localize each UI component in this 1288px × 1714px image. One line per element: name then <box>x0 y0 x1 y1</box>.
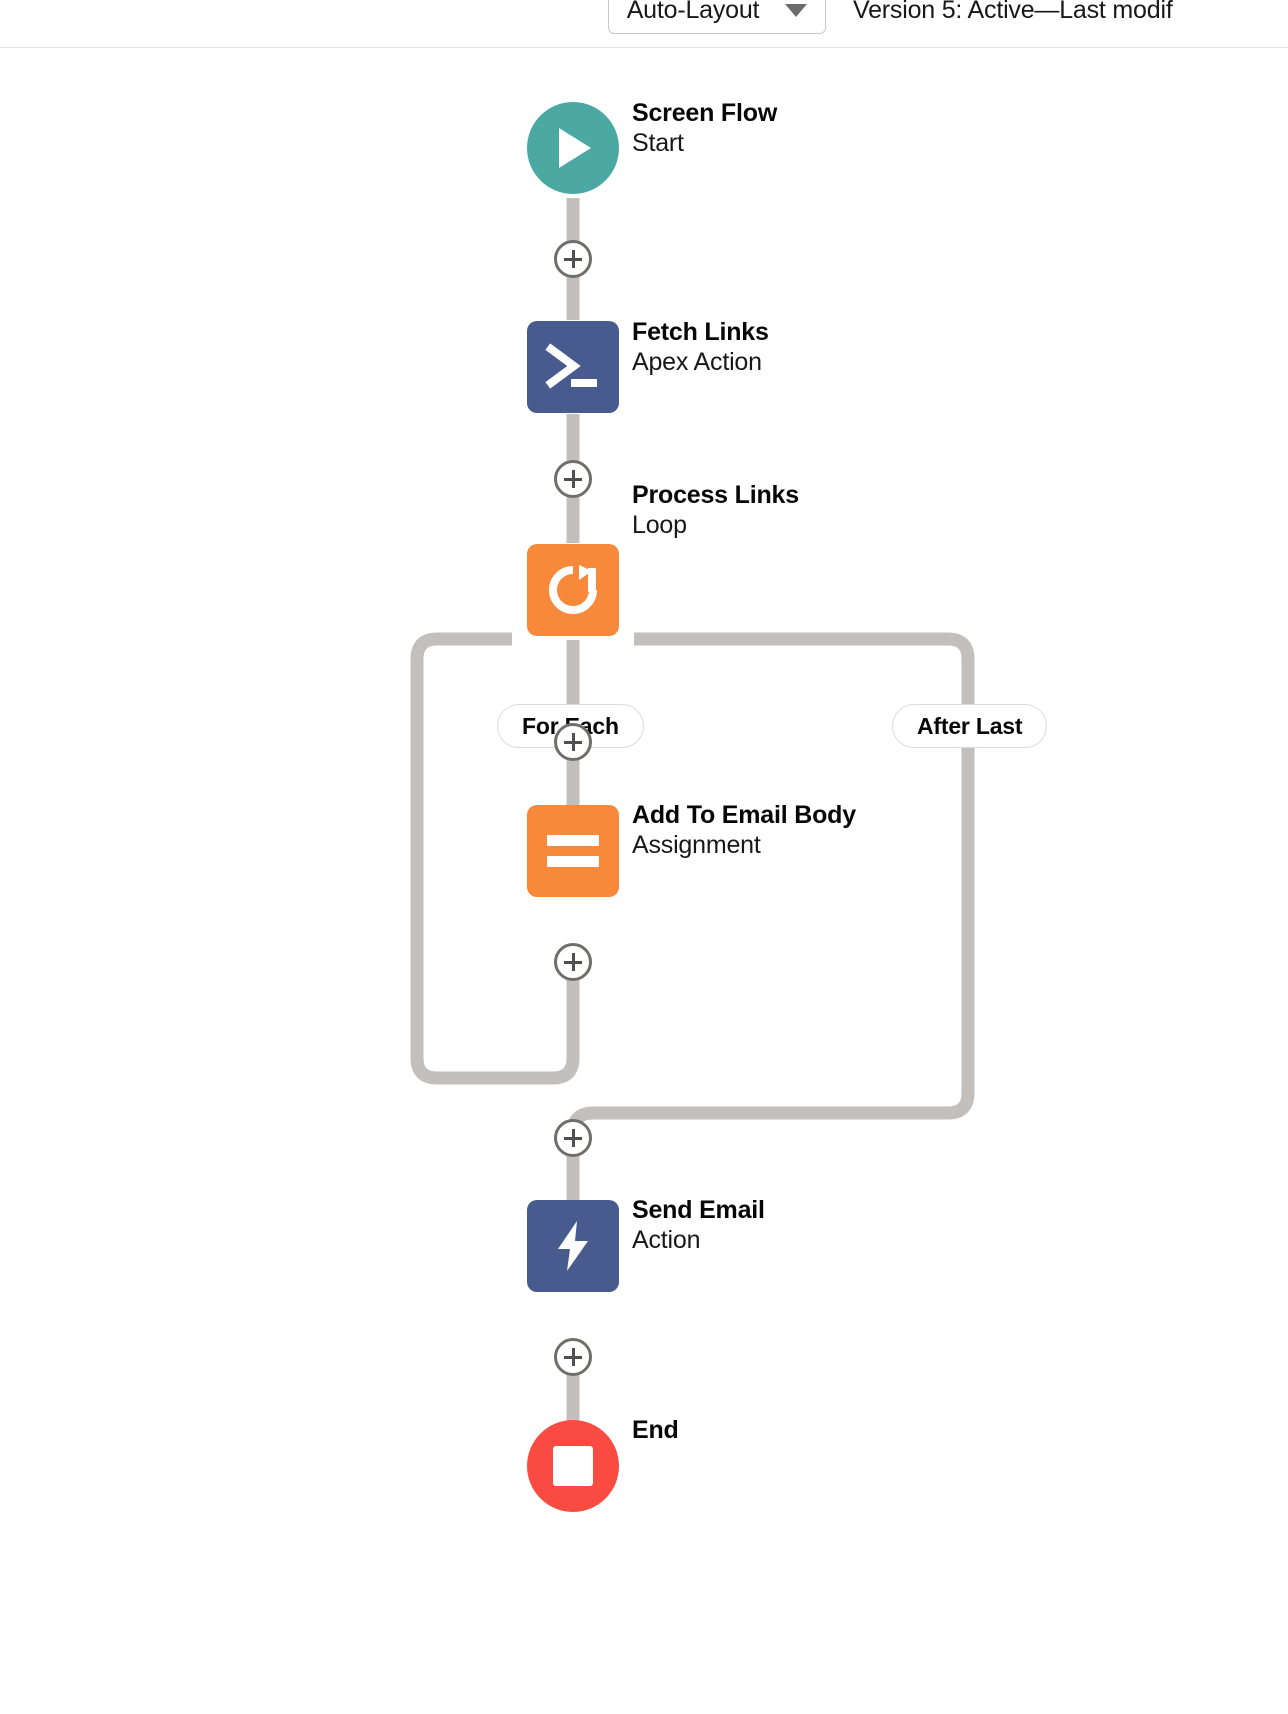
lightning-bolt-icon <box>558 1221 588 1271</box>
chevron-down-icon <box>785 3 808 17</box>
flow-canvas[interactable]: Screen Flow Start Fetch Links Apex Actio… <box>0 48 1288 1714</box>
fetch-links-node-button[interactable] <box>527 321 619 413</box>
flow-connectors <box>410 198 975 1470</box>
add-element-button-after-loop[interactable] <box>554 1119 592 1157</box>
add-to-email-body-node-button[interactable] <box>527 805 619 897</box>
add-element-button-after-start[interactable] <box>554 240 592 278</box>
branch-label-after-last-text: After Last <box>917 712 1023 739</box>
terminal-prompt-icon <box>545 343 597 389</box>
play-icon <box>559 128 591 168</box>
add-element-button-in-loop-before-assignment[interactable] <box>554 723 592 761</box>
end-node-button[interactable] <box>527 1420 619 1512</box>
layout-mode-select[interactable]: Auto-Layout <box>608 0 826 34</box>
process-links-node-button[interactable] <box>527 544 619 636</box>
flow-builder-toolbar: Auto-Layout Version 5: Active—Last modif <box>0 0 1288 48</box>
add-element-button-after-fetch-links[interactable] <box>554 460 592 498</box>
start-node-button[interactable] <box>527 102 619 194</box>
branch-label-after-last[interactable]: After Last <box>892 704 1048 748</box>
add-element-button-after-send-email[interactable] <box>554 1338 592 1376</box>
equals-assignment-icon <box>547 835 599 867</box>
send-email-node-button[interactable] <box>527 1200 619 1292</box>
version-status-text: Version 5: Active—Last modif <box>853 0 1173 24</box>
stop-square-icon <box>553 1446 593 1486</box>
layout-mode-label: Auto-Layout <box>626 0 760 24</box>
loop-refresh-icon <box>549 565 597 614</box>
add-element-button-in-loop-after-assignment[interactable] <box>554 943 592 981</box>
